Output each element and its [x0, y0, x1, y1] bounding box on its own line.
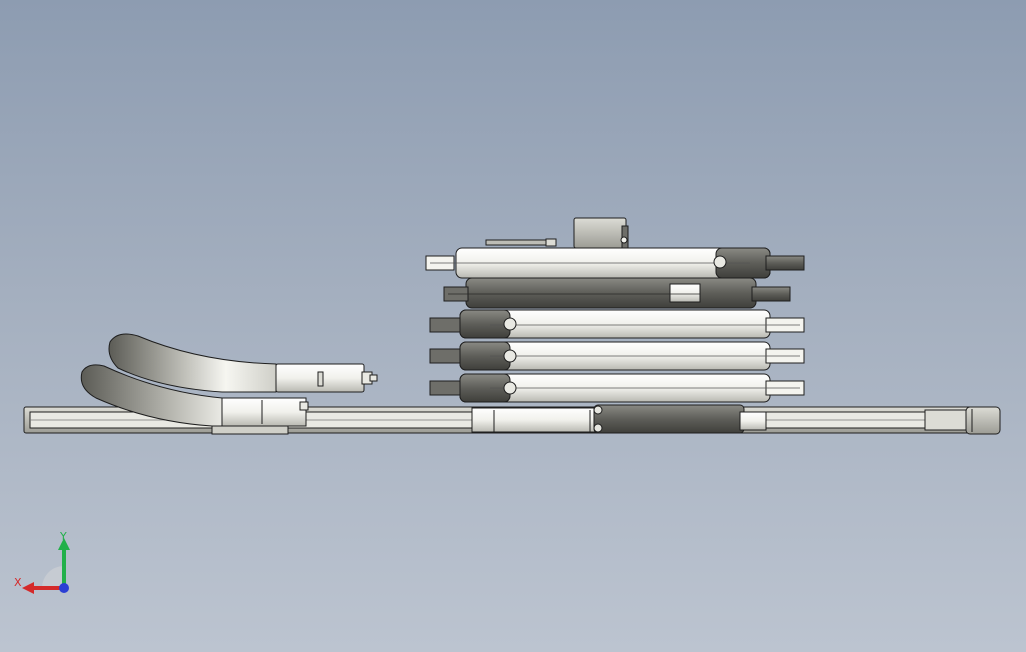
plate-layer-1[interactable]	[425, 247, 805, 279]
top-block[interactable]	[573, 217, 629, 249]
coordinate-triad: Y X	[12, 530, 76, 600]
axis-label-x: X	[14, 576, 22, 589]
plate-layer-2[interactable]	[443, 277, 791, 309]
coordinate-triad-icon: Y X	[14, 530, 70, 594]
cad-model-view[interactable]	[0, 0, 1026, 652]
cad-viewport[interactable]: Y X	[0, 0, 1026, 652]
plate-layer-4[interactable]	[429, 341, 805, 371]
base-carriage[interactable]	[471, 404, 767, 434]
plate-layer-3[interactable]	[429, 309, 805, 339]
top-small-bracket[interactable]	[485, 238, 557, 247]
axis-label-y: Y	[59, 530, 67, 543]
rail-end-cap[interactable]	[965, 406, 1001, 435]
plate-layer-5[interactable]	[429, 373, 805, 403]
